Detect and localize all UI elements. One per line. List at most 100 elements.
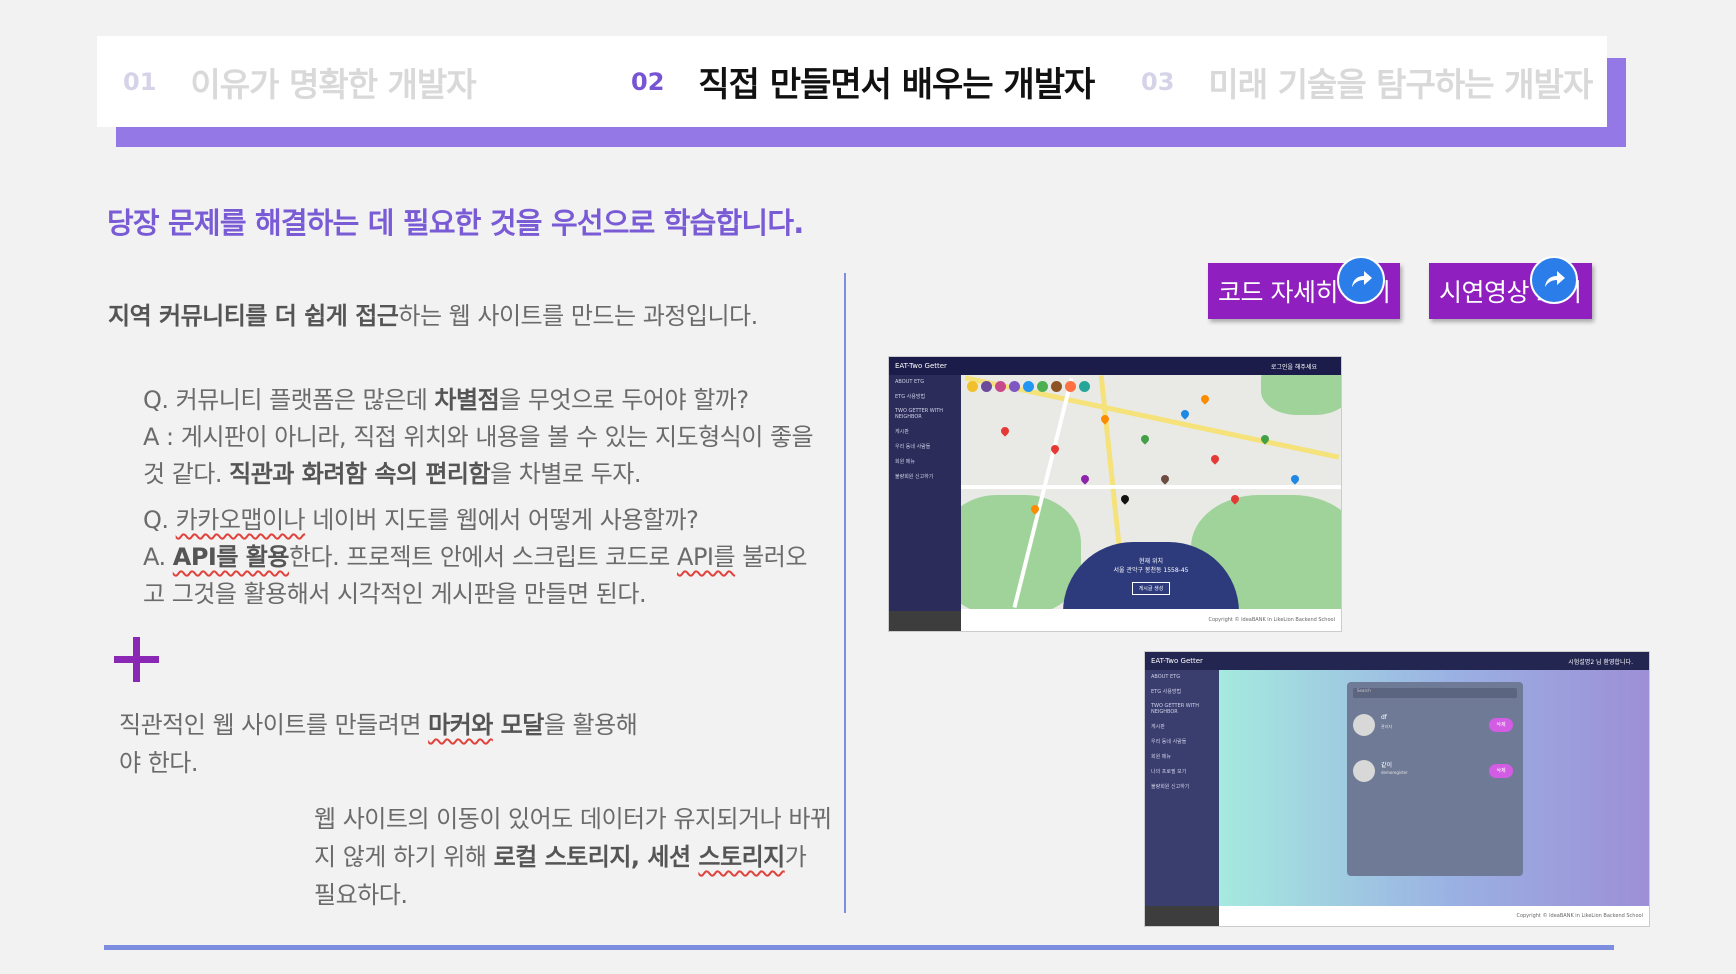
chip-icon xyxy=(995,381,1006,392)
question-bold: 차별점 xyxy=(434,386,500,414)
intro-text: 지역 커뮤니티를 더 쉽게 접근하는 웹 사이트를 만드는 과정입니다. xyxy=(108,296,758,331)
share-arrow-glyph xyxy=(1352,271,1372,287)
app-topbar: EAT-Two Getter 시험설명2 님 환영합니다. xyxy=(1145,652,1649,670)
question-text: Q. 커뮤니티 플랫폼은 많은데 xyxy=(143,386,435,414)
map-marker-icon xyxy=(1119,493,1131,505)
plus-icon xyxy=(114,637,159,682)
tab-02[interactable]: 02 직접 만들면서 배우는 개발자 xyxy=(631,36,1095,127)
intro-bold: 지역 커뮤니티를 더 쉽게 접근 xyxy=(108,302,399,330)
map-marker-icon xyxy=(1289,473,1301,485)
qa-block-1: Q. 커뮤니티 플랫폼은 많은데 차별점을 무엇으로 두어야 할까? A : 게… xyxy=(143,382,823,493)
answer-2: A. API를 활용한다. 프로젝트 안에서 스크립트 코드로 API를 불러오… xyxy=(143,539,823,613)
vertical-divider xyxy=(844,273,846,913)
user-name: 같이 xyxy=(1381,762,1393,769)
sidebar-item: TWO GETTER WITH NEIGHBOR xyxy=(895,408,944,420)
create-post-button: 게시글 생성 xyxy=(1131,582,1171,595)
map-marker-icon xyxy=(1159,473,1171,485)
sidebar-footer xyxy=(889,611,961,631)
list-screenshot: EAT-Two Getter 시험설명2 님 환영합니다. ABOUT ETG … xyxy=(1144,651,1650,927)
page-headline: 당장 문제를 해결하는 데 필요한 것을 우선으로 학습합니다. xyxy=(107,206,804,240)
sidebar-item: 게시판 xyxy=(1151,724,1165,730)
tab-number: 03 xyxy=(1141,67,1175,96)
map-marker-icon xyxy=(1139,433,1151,445)
user-name: df xyxy=(1381,714,1387,721)
chip-icon xyxy=(967,381,978,392)
sidebar-item: ABOUT ETG xyxy=(895,379,925,385)
sidebar-item: 회원 메뉴 xyxy=(1151,754,1171,760)
spellcheck-word: 카카오맵이나 xyxy=(175,506,306,534)
spellcheck-word: API를 xyxy=(677,543,736,571)
answer-bold: 직관과 화려함 속의 편리함 xyxy=(229,460,491,488)
tab-number: 02 xyxy=(631,67,665,96)
section-tabbar: 01 이유가 명확한 개발자 02 직접 만들면서 배우는 개발자 03 미래 … xyxy=(97,36,1607,127)
app-main: Search df 관리자 삭제 같이 demoregister 삭제 xyxy=(1219,670,1649,908)
map-road xyxy=(961,485,1341,489)
share-arrow-glyph xyxy=(1545,271,1565,287)
chip-icon xyxy=(1079,381,1090,392)
app-footer: Copyright © IdeaBANK in LikeLion Backend… xyxy=(1219,906,1649,926)
sidebar-footer xyxy=(1145,906,1219,926)
map-marker-icon xyxy=(1209,453,1221,465)
note-bold: 로컬 스토리지, 세션 xyxy=(493,843,699,871)
app-sidebar: ABOUT ETG ETG 사용방법 TWO GETTER WITH NEIGH… xyxy=(1145,670,1219,926)
tab-label: 직접 만들면서 배우는 개발자 xyxy=(698,65,1095,105)
map-marker-icon xyxy=(1079,473,1091,485)
answer-bold: API를 활용 xyxy=(172,543,290,571)
list-item: 같이 demoregister 삭제 xyxy=(1353,756,1517,786)
sidebar-item: 우리 동네 사람들 xyxy=(1151,739,1187,745)
sidebar-item: 게시판 xyxy=(895,429,909,435)
tab-label: 이유가 명확한 개발자 xyxy=(190,64,476,104)
share-arrow-icon[interactable] xyxy=(1530,256,1578,304)
answer-text: A. xyxy=(143,543,173,571)
list-item: df 관리자 삭제 xyxy=(1353,710,1517,740)
sidebar-item: ABOUT ETG xyxy=(1151,674,1181,680)
note-bold: 스토리지 xyxy=(698,843,785,871)
chip-icon xyxy=(1037,381,1048,392)
app-footer: Copyright © IdeaBANK in LikeLion Backend… xyxy=(961,609,1341,631)
map-park xyxy=(1261,375,1341,415)
panel-title: 현재 위치 xyxy=(1139,558,1163,565)
chip-icon xyxy=(1065,381,1076,392)
chip-icon xyxy=(981,381,992,392)
question-1: Q. 커뮤니티 플랫폼은 많은데 차별점을 무엇으로 두어야 할까? xyxy=(143,382,823,419)
map-marker-icon xyxy=(999,425,1011,437)
tab-03[interactable]: 03 미래 기술을 탐구하는 개발자 xyxy=(1141,36,1593,127)
sidebar-item: 회원 메뉴 xyxy=(895,459,915,465)
sidebar-item: 불량회원 신고하기 xyxy=(895,474,934,480)
note-text: 직관적인 웹 사이트를 만들려면 xyxy=(119,711,429,739)
sidebar-item: 나의 프로필 보기 xyxy=(1151,769,1187,775)
sidebar-item: 우리 동네 사람들 xyxy=(895,444,931,450)
question-2: Q. 카카오맵이나 네이버 지도를 웹에서 어떻게 사용할까? xyxy=(143,502,823,539)
search-input: Search xyxy=(1353,688,1517,698)
note-bold: 마커와 xyxy=(428,711,493,739)
app-brand: EAT-Two Getter xyxy=(1151,657,1203,665)
user-sub: 관리자 xyxy=(1381,724,1393,729)
answer-text: 을 차별로 두자. xyxy=(490,460,641,488)
login-prompt: 로그인을 해주세요 xyxy=(1270,363,1317,371)
sidebar-item: TWO GETTER WITH NEIGHBOR xyxy=(1151,703,1200,715)
user-greeting: 시험설명2 님 환영합니다. xyxy=(1568,658,1633,666)
delete-button: 삭제 xyxy=(1489,764,1513,778)
avatar xyxy=(1353,714,1375,736)
intro-rest: 하는 웹 사이트를 만드는 과정입니다. xyxy=(398,302,758,330)
map-marker-icon xyxy=(1099,413,1111,425)
question-text: 네이버 지도를 웹에서 어떻게 사용할까? xyxy=(305,506,699,534)
delete-button: 삭제 xyxy=(1489,718,1513,732)
tab-label: 미래 기술을 탐구하는 개발자 xyxy=(1208,64,1593,104)
sidebar-item: ETG 사용방법 xyxy=(1151,689,1182,695)
sidebar-item: 불량회원 신고하기 xyxy=(1151,784,1190,790)
chip-icon xyxy=(1051,381,1062,392)
note-storage: 웹 사이트의 이동이 있어도 데이터가 유지되거나 바뀌지 않게 하기 위해 로… xyxy=(314,800,834,914)
question-text: Q. xyxy=(143,506,176,534)
answer-1: A : 게시판이 아니라, 직접 위치와 내용을 볼 수 있는 지도형식이 좋을… xyxy=(143,419,823,493)
note-bold: 모달 xyxy=(492,711,545,739)
note-marker-modal: 직관적인 웹 사이트를 만들려면 마커와 모달을 활용해야 한다. xyxy=(119,706,639,782)
chip-icon xyxy=(1009,381,1020,392)
app-sidebar: ABOUT ETG ETG 사용방법 TWO GETTER WITH NEIGH… xyxy=(889,375,961,631)
category-chips xyxy=(967,381,1090,392)
question-text: 을 무엇으로 두어야 할까? xyxy=(499,386,749,414)
app-topbar: EAT-Two Getter 로그인을 해주세요 xyxy=(889,357,1341,375)
share-arrow-icon[interactable] xyxy=(1337,256,1385,304)
map-marker-icon xyxy=(1199,393,1211,405)
tab-01[interactable]: 01 이유가 명확한 개발자 xyxy=(123,36,477,127)
